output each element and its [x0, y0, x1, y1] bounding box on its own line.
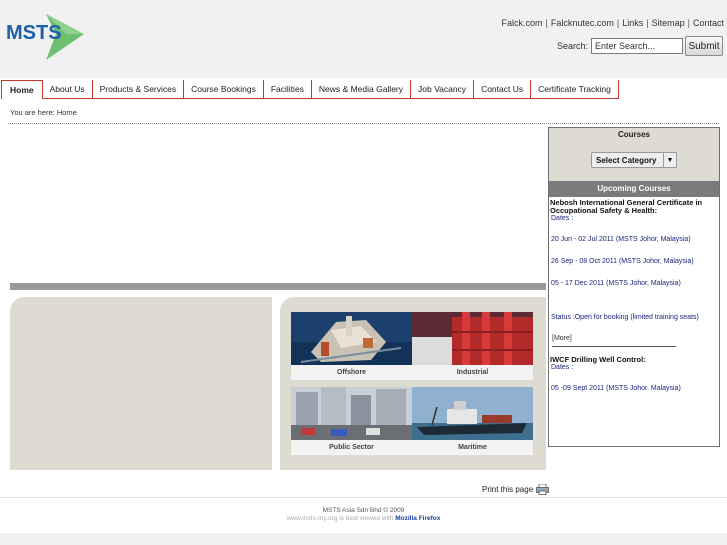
tile-offshore[interactable]: Offshore	[291, 312, 412, 380]
submit-button[interactable]: Submit	[685, 36, 723, 56]
tile-caption: Maritime	[412, 440, 533, 455]
course-title[interactable]: Nebosh International General Certificate…	[549, 199, 719, 215]
offshore-image	[291, 312, 412, 365]
nav-item-contact-us[interactable]: Contact Us	[474, 80, 532, 99]
upcoming-courses-heading: Upcoming Courses	[549, 181, 719, 197]
tile-caption: Public Sector	[291, 440, 412, 455]
top-link-links[interactable]: Links	[622, 18, 643, 28]
more-link[interactable]: [More]	[549, 335, 719, 342]
industrial-image	[412, 312, 533, 365]
top-link-sitemap[interactable]: Sitemap	[652, 18, 685, 28]
course-divider	[552, 346, 676, 347]
logo-text: MSTS	[6, 22, 62, 44]
nav-item-news-media-gallery[interactable]: News & Media Gallery	[311, 80, 412, 99]
top-link-falck[interactable]: Falck.com	[502, 18, 543, 28]
top-link-contact[interactable]: Contact	[693, 18, 724, 28]
nav-item-certificate-tracking[interactable]: Certificate Tracking	[531, 80, 619, 99]
footer: MSTS Asia Sdn Bhd © 2009 www.msts-my.org…	[0, 507, 727, 523]
copyright-text: MSTS Asia Sdn Bhd © 2009	[322, 507, 405, 514]
chevron-down-icon: ▼	[663, 153, 676, 167]
best-viewed-text: www.msts-my.org is best viewed with	[286, 515, 394, 522]
main-nav: Home About Us Products & Services Course…	[1, 80, 619, 99]
course-date: 20 Jun - 02 Jul 2011 (MSTS Johor, Malays…	[551, 236, 691, 243]
printer-icon	[536, 484, 550, 495]
dotted-divider	[8, 123, 719, 124]
nav-item-course-bookings[interactable]: Course Bookings	[184, 80, 264, 99]
nav-item-job-vacancy[interactable]: Job Vacancy	[411, 80, 475, 99]
nav-item-about-us[interactable]: About Us	[42, 80, 93, 99]
print-page-link[interactable]: Print this page	[482, 484, 550, 495]
select-category-dropdown[interactable]: Select Category ▼	[591, 152, 677, 168]
bottom-bar	[0, 533, 727, 545]
course-status: Status :Open for booking (limited traini…	[551, 314, 699, 321]
nav-item-home[interactable]: Home	[1, 80, 43, 99]
courses-title: Courses	[617, 130, 650, 139]
tile-public-sector[interactable]: Public Sector	[291, 387, 412, 455]
top-link-falcknutec[interactable]: Falcknutec.com	[551, 18, 614, 28]
course-date: 26 Sep - 08 Oct 2011 (MSTS Johor, Malays…	[551, 258, 694, 265]
search-label: Search:	[556, 41, 588, 51]
top-links: Falck.com | Falcknutec.com | Links | Sitemap | C…	[501, 18, 725, 28]
search-input[interactable]	[591, 38, 683, 54]
tile-caption: Offshore	[291, 365, 412, 380]
sector-tiles-panel: Offshore Industrial Public Sector Mariti…	[280, 297, 546, 470]
course-title[interactable]: IWCF Drilling Well Control:	[549, 355, 719, 364]
course-date: 05 -09 Sept 2011 (MSTS Johor. Malaysia)	[551, 385, 681, 392]
tile-caption: Industrial	[412, 365, 533, 380]
gray-divider-bar	[10, 283, 546, 290]
dates-label: Dates :	[551, 364, 574, 371]
sidebar: Courses Select Category ▼ Upcoming Cours…	[548, 127, 720, 447]
select-category-label: Select Category	[596, 155, 657, 165]
maritime-image	[412, 387, 533, 440]
nav-item-products-services[interactable]: Products & Services	[92, 80, 185, 99]
left-feature-panel	[10, 297, 272, 470]
search-form: Search: Submit	[557, 36, 723, 56]
nav-item-facilities[interactable]: Facilities	[263, 80, 312, 99]
header: MSTS Falck.com | Falcknutec.com | Links | Site…	[0, 0, 727, 78]
tile-maritime[interactable]: Maritime	[412, 387, 533, 455]
msts-logo[interactable]: MSTS	[6, 12, 90, 62]
tile-industrial[interactable]: Industrial	[412, 312, 533, 380]
firefox-link[interactable]: Mozilla Firefox	[395, 515, 440, 522]
dates-label: Dates :	[551, 215, 574, 222]
footer-divider	[0, 497, 727, 498]
print-label: Print this page	[482, 485, 534, 494]
public-sector-image	[291, 387, 412, 440]
course-date: 05 - 17 Dec 2011 (MSTS Johor, Malaysia)	[551, 280, 681, 287]
courses-box: Courses Select Category ▼	[549, 128, 719, 181]
breadcrumb: You are here: Home	[10, 108, 77, 117]
